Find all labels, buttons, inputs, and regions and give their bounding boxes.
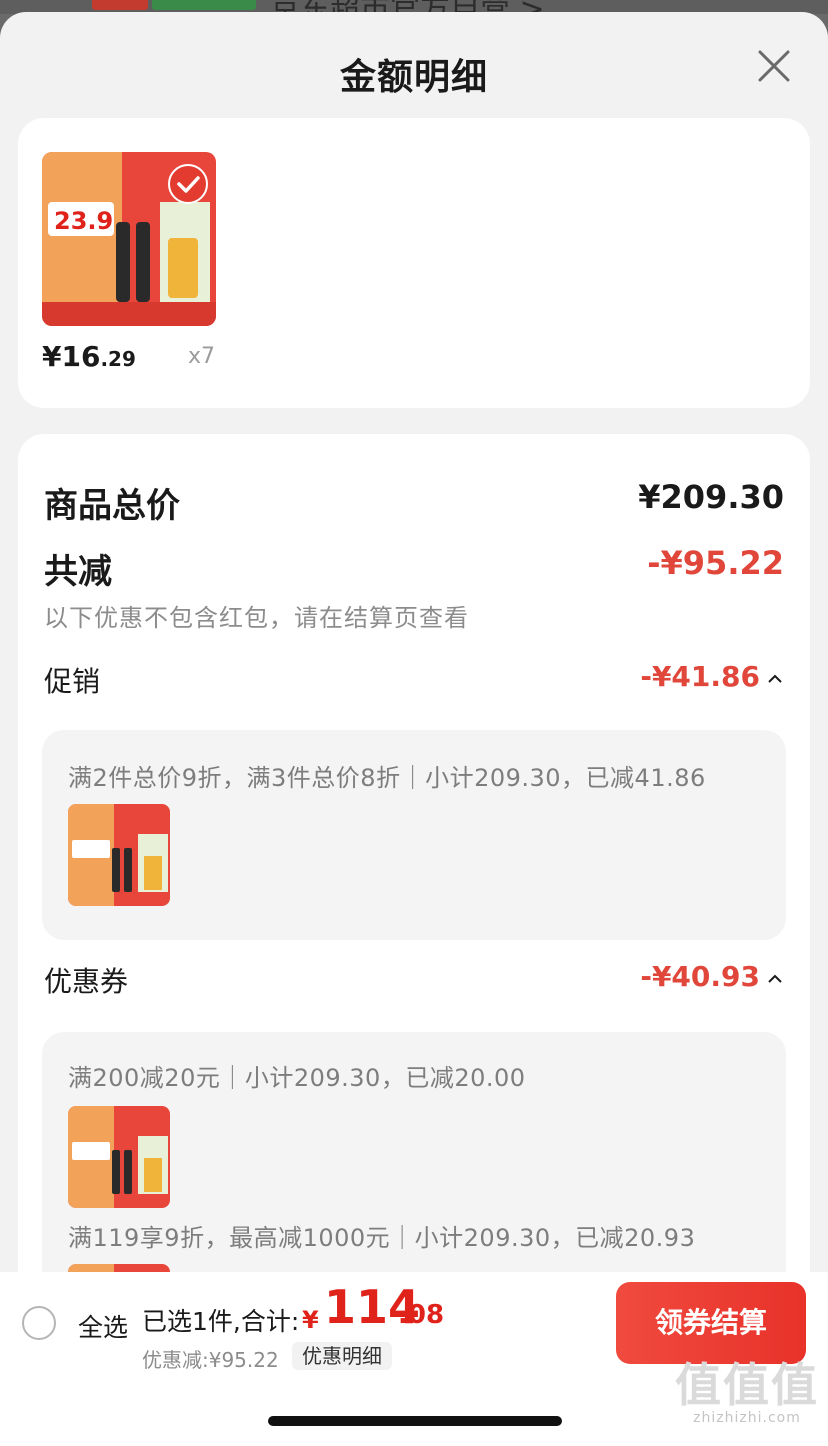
- coupon-rule: 满200减20元｜小计209.30，已减20.00: [68, 1064, 526, 1092]
- total-amount-frac: .08: [398, 1300, 445, 1330]
- selected-check-icon: [168, 164, 208, 204]
- total-value: ¥209.30: [638, 478, 784, 516]
- reduction-value: -¥95.22: [647, 544, 784, 582]
- coupon-product-image: [68, 1106, 170, 1208]
- discount-detail-button[interactable]: 优惠明细: [292, 1342, 392, 1370]
- sheet-title: 金额明细: [339, 57, 488, 98]
- coupon-value: -¥40.93: [640, 960, 760, 993]
- promotion-rule: 满2件总价9折，满3件总价8折｜小计209.30，已减41.86: [68, 764, 706, 792]
- self-operated-badge: [92, 0, 148, 10]
- discount-summary: 优惠减:¥95.22: [142, 1348, 279, 1372]
- coupon-rule: 满119享9折，最高减1000元｜小计209.30，已减20.93: [68, 1224, 696, 1252]
- product-unit-price: ¥16.29: [42, 340, 136, 373]
- checkout-button[interactable]: 领券结算: [616, 1282, 806, 1364]
- promotion-value: -¥41.86: [640, 660, 760, 693]
- select-all-radio[interactable]: [22, 1306, 56, 1340]
- discount-note: 以下优惠不包含红包，请在结算页查看: [44, 604, 469, 632]
- promotion-header[interactable]: 促销 -¥41.86: [44, 660, 784, 700]
- chevron-up-icon: [768, 974, 782, 983]
- coupon-label: 优惠券: [44, 965, 129, 998]
- amount-detail-sheet: 金额明细 23.9 ¥16.29 x7 商品总价 ¥209.30 共减 -¥95…: [0, 12, 828, 1446]
- supermarket-badge: [152, 0, 256, 10]
- select-all-label[interactable]: 全选: [78, 1308, 128, 1344]
- promotion-detail-box: 满2件总价9折，满3件总价8折｜小计209.30，已减41.86: [42, 730, 786, 940]
- promotion-product-image: [68, 804, 170, 906]
- home-indicator[interactable]: [268, 1416, 562, 1426]
- watermark: 值值值 zhizhizhi.com: [672, 1360, 822, 1426]
- watermark-url: zhizhizhi.com: [693, 1410, 801, 1426]
- selected-count: 已选1件,合计:: [142, 1307, 300, 1336]
- chevron-up-icon: [768, 674, 782, 683]
- product-quantity: x7: [188, 344, 216, 369]
- total-row: 商品总价 ¥209.30: [44, 478, 784, 526]
- checkout-bar: 全选 已选1件,合计: ¥ 114 .08 优惠减:¥95.22 优惠明细 领券…: [0, 1272, 828, 1446]
- product-card: 23.9 ¥16.29 x7: [18, 118, 810, 408]
- reduction-row: 共减 -¥95.22: [44, 544, 784, 592]
- close-icon: [758, 50, 790, 82]
- total-label: 商品总价: [44, 486, 180, 526]
- reduction-label: 共减: [44, 552, 112, 592]
- coupon-header[interactable]: 优惠券 -¥40.93: [44, 960, 784, 1000]
- total-currency: ¥: [302, 1306, 319, 1334]
- close-button[interactable]: [752, 44, 796, 88]
- watermark-logo: 值值值: [675, 1358, 819, 1412]
- promotion-label: 促销: [44, 665, 101, 698]
- thumb-price: 23.9: [54, 207, 113, 235]
